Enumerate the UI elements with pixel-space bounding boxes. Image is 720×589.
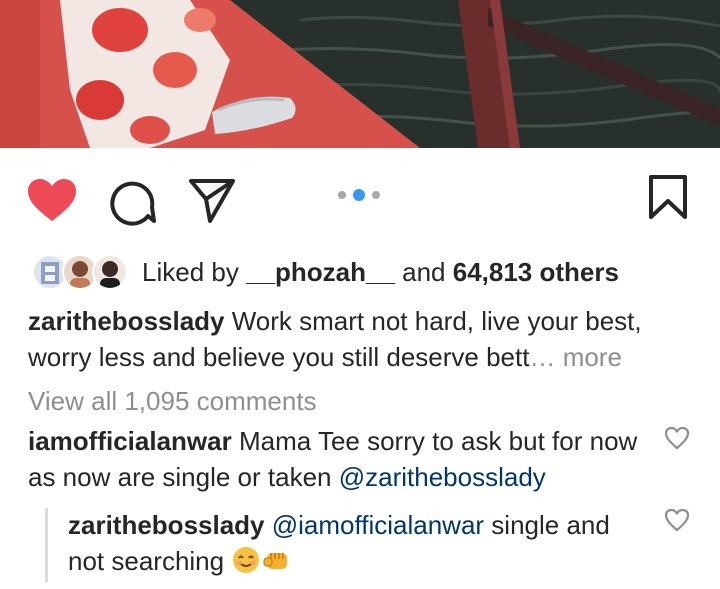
caption-username[interactable]: zarithebosslady bbox=[28, 306, 225, 336]
liker-avatars bbox=[32, 254, 132, 292]
first-liker-link[interactable]: __phozah__ bbox=[246, 257, 395, 287]
view-all-comments-link[interactable]: View all 1,095 comments bbox=[28, 383, 317, 419]
heart-outline-icon bbox=[664, 508, 690, 532]
comment-reply: zarithebosslady @iamofficialanwar single… bbox=[68, 507, 648, 583]
likes-row[interactable]: Liked by __phozah__ and 64,813 others bbox=[32, 252, 712, 292]
reply-mention[interactable]: @iamofficialanwar bbox=[265, 510, 484, 540]
heart-filled-icon bbox=[28, 179, 76, 221]
comment-bubble-icon bbox=[110, 181, 156, 226]
post-action-bar bbox=[0, 148, 720, 248]
reply-thread-line bbox=[45, 508, 48, 582]
comment-mention[interactable]: @zarithebosslady bbox=[339, 462, 546, 492]
carousel-dot-active bbox=[353, 189, 365, 201]
carousel-indicator bbox=[336, 188, 384, 202]
caption-more-link[interactable]: … more bbox=[529, 342, 621, 372]
save-button[interactable] bbox=[646, 174, 690, 220]
post-image bbox=[0, 0, 720, 148]
paper-plane-icon bbox=[189, 179, 235, 223]
post-caption: zarithebosslady Work smart not hard, liv… bbox=[28, 303, 688, 375]
comment-like-button[interactable] bbox=[664, 426, 690, 450]
likes-conjunction: and bbox=[394, 257, 453, 287]
bookmark-icon bbox=[649, 175, 687, 219]
like-button[interactable] bbox=[26, 177, 78, 223]
likes-prefix: Liked by bbox=[142, 257, 247, 287]
likes-summary: Liked by __phozah__ and 64,813 others bbox=[142, 257, 619, 287]
reply-username[interactable]: zarithebosslady bbox=[68, 510, 265, 540]
avatar bbox=[92, 254, 128, 290]
post-photo[interactable] bbox=[0, 0, 720, 148]
comment: iamofficialanwar Mama Tee sorry to ask b… bbox=[28, 423, 648, 495]
fist-icon bbox=[261, 546, 291, 583]
heart-outline-icon bbox=[664, 426, 690, 450]
likes-count-link[interactable]: 64,813 others bbox=[453, 257, 619, 287]
smiling-face-icon bbox=[231, 546, 261, 583]
carousel-dot bbox=[338, 191, 346, 199]
comment-username[interactable]: iamofficialanwar bbox=[28, 426, 232, 456]
share-button[interactable] bbox=[188, 177, 236, 225]
reply-like-button[interactable] bbox=[664, 508, 690, 532]
carousel-dot bbox=[372, 191, 380, 199]
comment-button[interactable] bbox=[108, 177, 158, 227]
